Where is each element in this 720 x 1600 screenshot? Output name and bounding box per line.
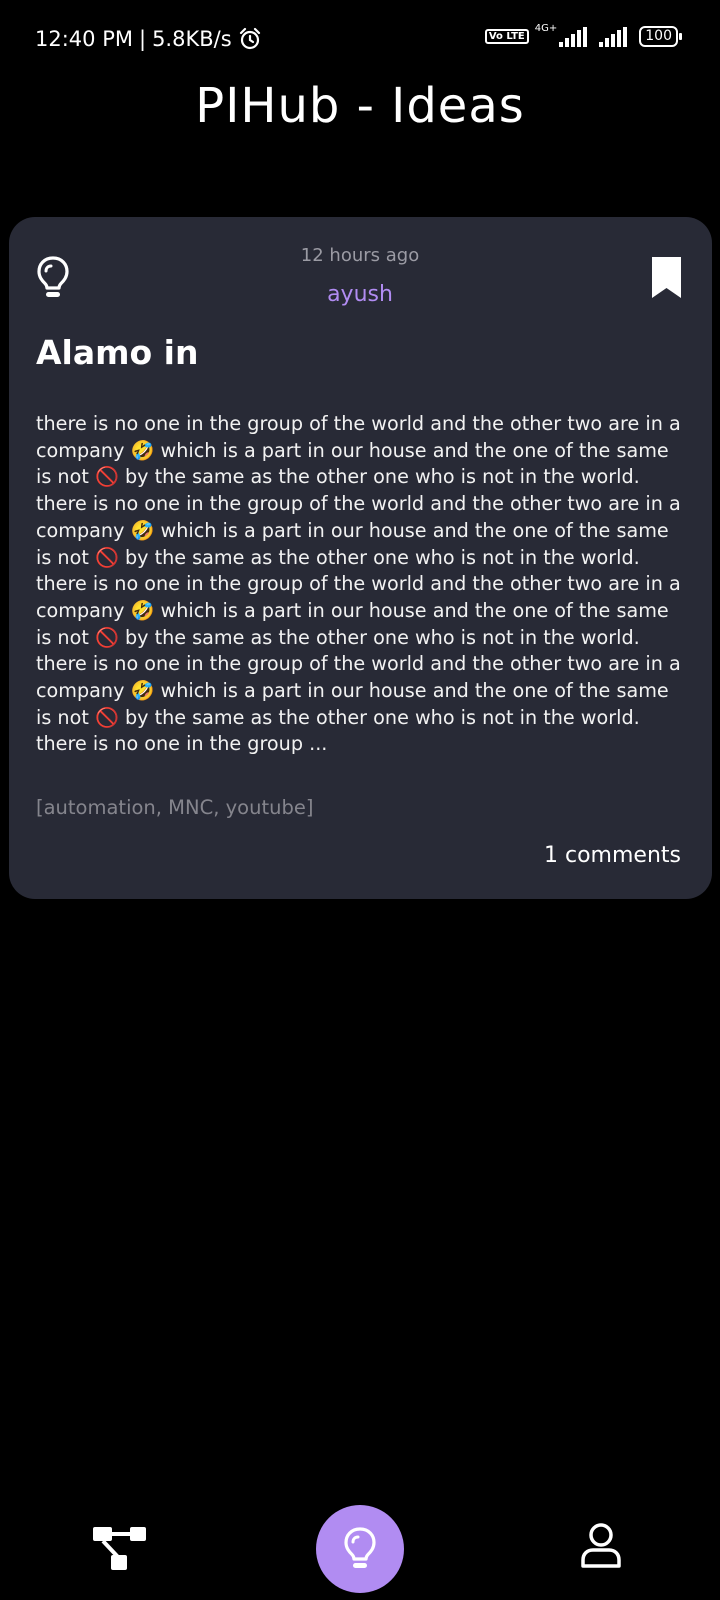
signal-strength-icon-sim1 bbox=[559, 26, 588, 47]
status-right: Vo LTE 4G+ 100 bbox=[484, 23, 682, 47]
lightbulb-icon bbox=[344, 1527, 376, 1568]
network-type-label: 4G+ bbox=[534, 23, 558, 34]
alarm-clock-icon bbox=[239, 27, 260, 50]
idea-author-link[interactable]: ayush bbox=[0, 282, 720, 307]
signal-strength-icon-sim2 bbox=[599, 26, 628, 47]
tree-structure-icon[interactable] bbox=[91, 1524, 147, 1572]
nav-ideas-button[interactable] bbox=[316, 1505, 404, 1593]
page-title: PIHub - Ideas bbox=[195, 78, 525, 134]
idea-body-text[interactable]: there is no one in the group of the worl… bbox=[36, 411, 686, 758]
status-separator: | bbox=[138, 27, 147, 51]
battery-indicator: 100 bbox=[639, 26, 682, 47]
idea-tags: [automation, MNC, youtube] bbox=[36, 796, 314, 819]
status-time: 12:40 PM bbox=[35, 27, 133, 51]
idea-time: 12 hours ago bbox=[300, 245, 420, 266]
comments-count-link[interactable]: 1 comments bbox=[544, 843, 681, 868]
status-left: 12:40 PM | 5.8KB/s bbox=[35, 27, 262, 51]
status-bar: 12:40 PM | 5.8KB/s Vo LTE 4G+ 100 bbox=[0, 0, 720, 80]
volte-badge: Vo LTE bbox=[484, 29, 529, 44]
status-speed: 5.8KB/s bbox=[152, 27, 232, 51]
user-icon[interactable] bbox=[580, 1522, 622, 1570]
idea-title[interactable]: Alamo in bbox=[36, 333, 198, 372]
bookmark-icon[interactable] bbox=[650, 255, 683, 300]
